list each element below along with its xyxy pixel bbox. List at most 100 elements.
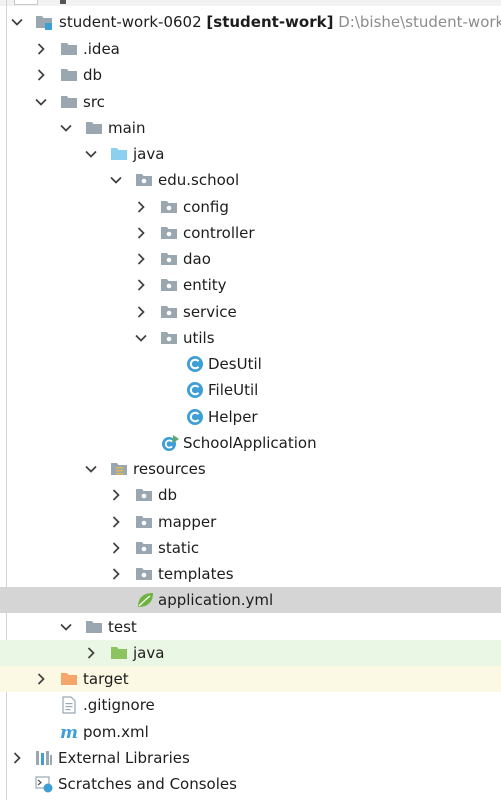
tree-item-application-yml[interactable]: application.yml <box>0 587 501 613</box>
tree-item-package-edu-school[interactable]: edu.school <box>0 167 501 193</box>
java-class-icon <box>186 408 204 426</box>
tree-item-utils[interactable]: utils <box>0 325 501 351</box>
chevron-right-icon[interactable] <box>134 252 148 266</box>
tree-item-label: java <box>133 145 165 163</box>
tree-item-label: utils <box>183 329 215 347</box>
package-icon <box>135 539 153 557</box>
folder-icon <box>60 40 78 58</box>
chevron-down-icon[interactable] <box>59 620 73 634</box>
tree-item-school-application[interactable]: SchoolApplication <box>0 430 501 456</box>
package-icon <box>135 171 153 189</box>
chevron-right-icon[interactable] <box>134 305 148 319</box>
tree-item-label: .gitignore <box>83 696 155 714</box>
tree-item-mapper[interactable]: mapper <box>0 509 501 535</box>
chevron-down-icon[interactable] <box>84 462 98 476</box>
tree-item-label: External Libraries <box>58 749 190 767</box>
tree-item-label: dao <box>183 250 211 268</box>
package-icon <box>160 224 178 242</box>
folder-icon <box>85 119 103 137</box>
tree-item-test-java[interactable]: java <box>0 640 501 666</box>
tree-item-label: static <box>158 539 200 557</box>
tree-item-label: DesUtil <box>208 355 262 373</box>
chevron-down-icon[interactable] <box>109 173 123 187</box>
tree-item-label: config <box>183 198 229 216</box>
tree-item-resources-db[interactable]: db <box>0 482 501 508</box>
tree-item-main[interactable]: main <box>0 115 501 141</box>
tree-item-label: .idea <box>83 40 120 58</box>
tree-item-static[interactable]: static <box>0 535 501 561</box>
chevron-right-icon[interactable] <box>134 200 148 214</box>
test-folder-icon <box>110 644 128 662</box>
chevron-down-icon[interactable] <box>34 95 48 109</box>
tree-item-label: main <box>108 119 146 137</box>
tree-item-label: student-work-0602 [student-work] D:\bish… <box>59 12 501 32</box>
tree-item-label: test <box>108 618 137 636</box>
chevron-down-icon[interactable] <box>59 121 73 135</box>
spring-leaf-icon <box>136 591 154 609</box>
tree-item-label: Helper <box>208 408 258 426</box>
tree-item-label: src <box>83 93 105 111</box>
tree-item-label: db <box>158 486 178 504</box>
tree-item-resources[interactable]: resources <box>0 456 501 482</box>
tree-item-label: mapper <box>158 513 217 531</box>
gear-icon[interactable] <box>60 0 66 4</box>
folder-icon <box>85 618 103 636</box>
package-icon <box>160 198 178 216</box>
chevron-right-icon[interactable] <box>34 672 48 686</box>
project-name: student-work-0602 <box>59 13 202 31</box>
tree-item-label: Scratches and Consoles <box>58 775 237 793</box>
tree-item-idea[interactable]: .idea <box>0 36 501 62</box>
chevron-right-icon[interactable] <box>134 226 148 240</box>
tree-item-scratches[interactable]: Scratches and Consoles <box>0 771 501 797</box>
chevron-right-icon[interactable] <box>10 751 24 765</box>
tree-item-label: java <box>133 644 165 662</box>
excluded-folder-icon <box>60 670 78 688</box>
package-icon <box>135 486 153 504</box>
chevron-right-icon[interactable] <box>34 68 48 82</box>
chevron-down-icon[interactable] <box>84 147 98 161</box>
package-icon <box>135 565 153 583</box>
tree-item-project-root[interactable]: student-work-0602 [student-work] D:\bish… <box>0 9 501 35</box>
tree-item-templates[interactable]: templates <box>0 561 501 587</box>
tree-item-src[interactable]: src <box>0 89 501 115</box>
maven-icon <box>60 723 78 741</box>
tree-item-pom-xml[interactable]: pom.xml <box>0 719 501 745</box>
tree-item-entity[interactable]: entity <box>0 272 501 298</box>
chevron-right-icon[interactable] <box>109 541 123 555</box>
tree-item-external-libraries[interactable]: External Libraries <box>0 745 501 771</box>
spring-boot-class-icon <box>161 434 179 452</box>
package-icon <box>160 303 178 321</box>
tree-item-fileutil[interactable]: FileUtil <box>0 377 501 403</box>
tree-item-label: resources <box>133 460 206 478</box>
tree-item-gitignore[interactable]: .gitignore <box>0 692 501 718</box>
tree-item-label: target <box>83 670 129 688</box>
chevron-right-icon[interactable] <box>109 567 123 581</box>
chevron-down-icon[interactable] <box>134 331 148 345</box>
chevron-right-icon[interactable] <box>109 488 123 502</box>
resources-folder-icon <box>110 460 128 478</box>
chevron-down-icon[interactable] <box>10 15 24 29</box>
java-class-icon <box>186 381 204 399</box>
package-icon <box>160 276 178 294</box>
tree-item-label: templates <box>158 565 234 583</box>
tree-item-db[interactable]: db <box>0 62 501 88</box>
package-icon <box>160 329 178 347</box>
tree-item-dao[interactable]: dao <box>0 246 501 272</box>
chevron-right-icon[interactable] <box>134 278 148 292</box>
tree-item-label: controller <box>183 224 255 242</box>
tree-item-label: entity <box>183 276 227 294</box>
tree-item-desutil[interactable]: DesUtil <box>0 351 501 377</box>
chevron-right-icon[interactable] <box>109 515 123 529</box>
tree-item-helper[interactable]: Helper <box>0 404 501 430</box>
tree-item-test[interactable]: test <box>0 614 501 640</box>
chevron-right-icon[interactable] <box>34 42 48 56</box>
tree-item-java[interactable]: java <box>0 141 501 167</box>
tree-item-label: service <box>183 303 237 321</box>
chevron-right-icon[interactable] <box>84 646 98 660</box>
tree-item-target[interactable]: target <box>0 666 501 692</box>
tree-item-label: edu.school <box>158 171 240 189</box>
tree-item-config[interactable]: config <box>0 194 501 220</box>
tree-item-service[interactable]: service <box>0 299 501 325</box>
tree-item-label: SchoolApplication <box>183 434 317 452</box>
tree-item-controller[interactable]: controller <box>0 220 501 246</box>
